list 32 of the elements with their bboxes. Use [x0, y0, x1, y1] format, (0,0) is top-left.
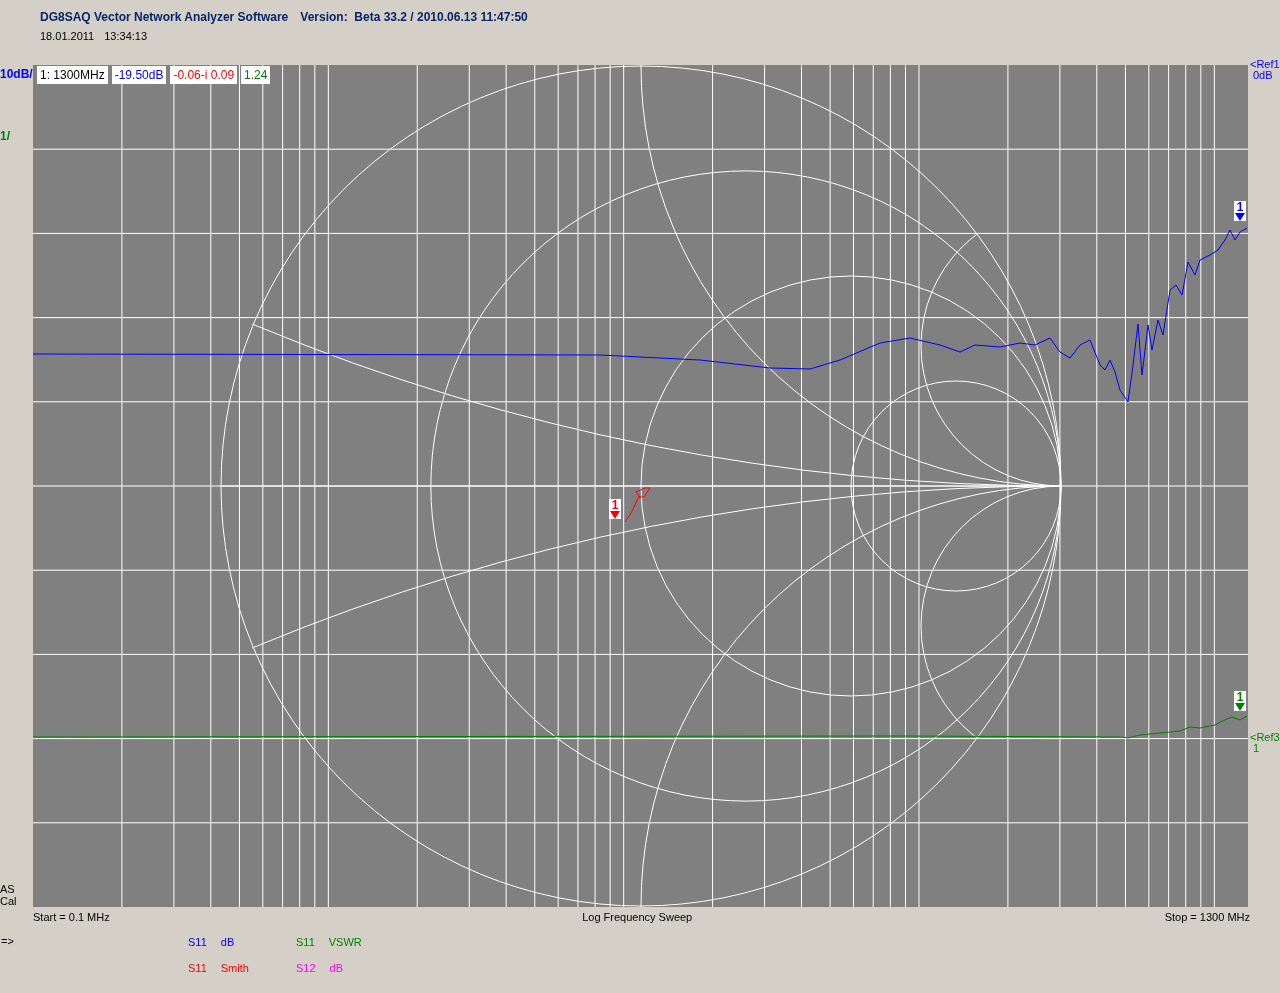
reference-value: 0dB — [1252, 70, 1274, 81]
marker-readout: 1.24 — [241, 66, 271, 84]
scale-label: 10dB/ — [0, 66, 33, 83]
reference-label: <Ref1 — [1250, 59, 1280, 70]
trace-format: dB — [329, 961, 344, 976]
smith-trace — [624, 487, 651, 523]
scale-label: 1/ — [0, 128, 11, 145]
calibration-status: Cal — [0, 895, 18, 907]
trace-format: VSWR — [328, 934, 362, 950]
trace-parameter: S11 — [296, 934, 315, 950]
reference-value: 1 — [1252, 743, 1261, 754]
trace-format: dB — [220, 934, 235, 950]
time-text: 13:34:13 — [104, 29, 148, 44]
trace-parameter: S11 — [188, 934, 207, 950]
marker-readout: -19.50dB — [111, 66, 167, 84]
marker-number: 1 — [611, 499, 619, 511]
marker-number: 1 — [1236, 691, 1244, 703]
app-title: DG8SAQ Vector Network Analyzer Software — [40, 9, 289, 26]
reference-label: <Ref3 — [1250, 732, 1280, 743]
start-frequency: Start = 0.1 MHz — [33, 910, 110, 925]
trace-format: Smith — [220, 961, 249, 976]
date-text: 18.01.2011 — [40, 29, 95, 44]
calibration-status: AS — [0, 883, 16, 895]
trace-parameter: S11 — [188, 961, 207, 976]
trace-parameter: S12 — [296, 961, 316, 976]
marker-number: 1 — [1236, 201, 1244, 213]
prompt-text: => — [0, 933, 15, 949]
stop-frequency: Stop = 1300 MHz — [1164, 910, 1250, 925]
sweep-mode: Log Frequency Sweep — [582, 910, 693, 925]
version-text: Version: Beta 33.2 / 2010.06.13 11:47:50 — [300, 9, 528, 26]
marker-readout: 1: 1300MHz — [37, 66, 108, 84]
marker-readout: -0.06-i 0.09 — [170, 66, 238, 84]
